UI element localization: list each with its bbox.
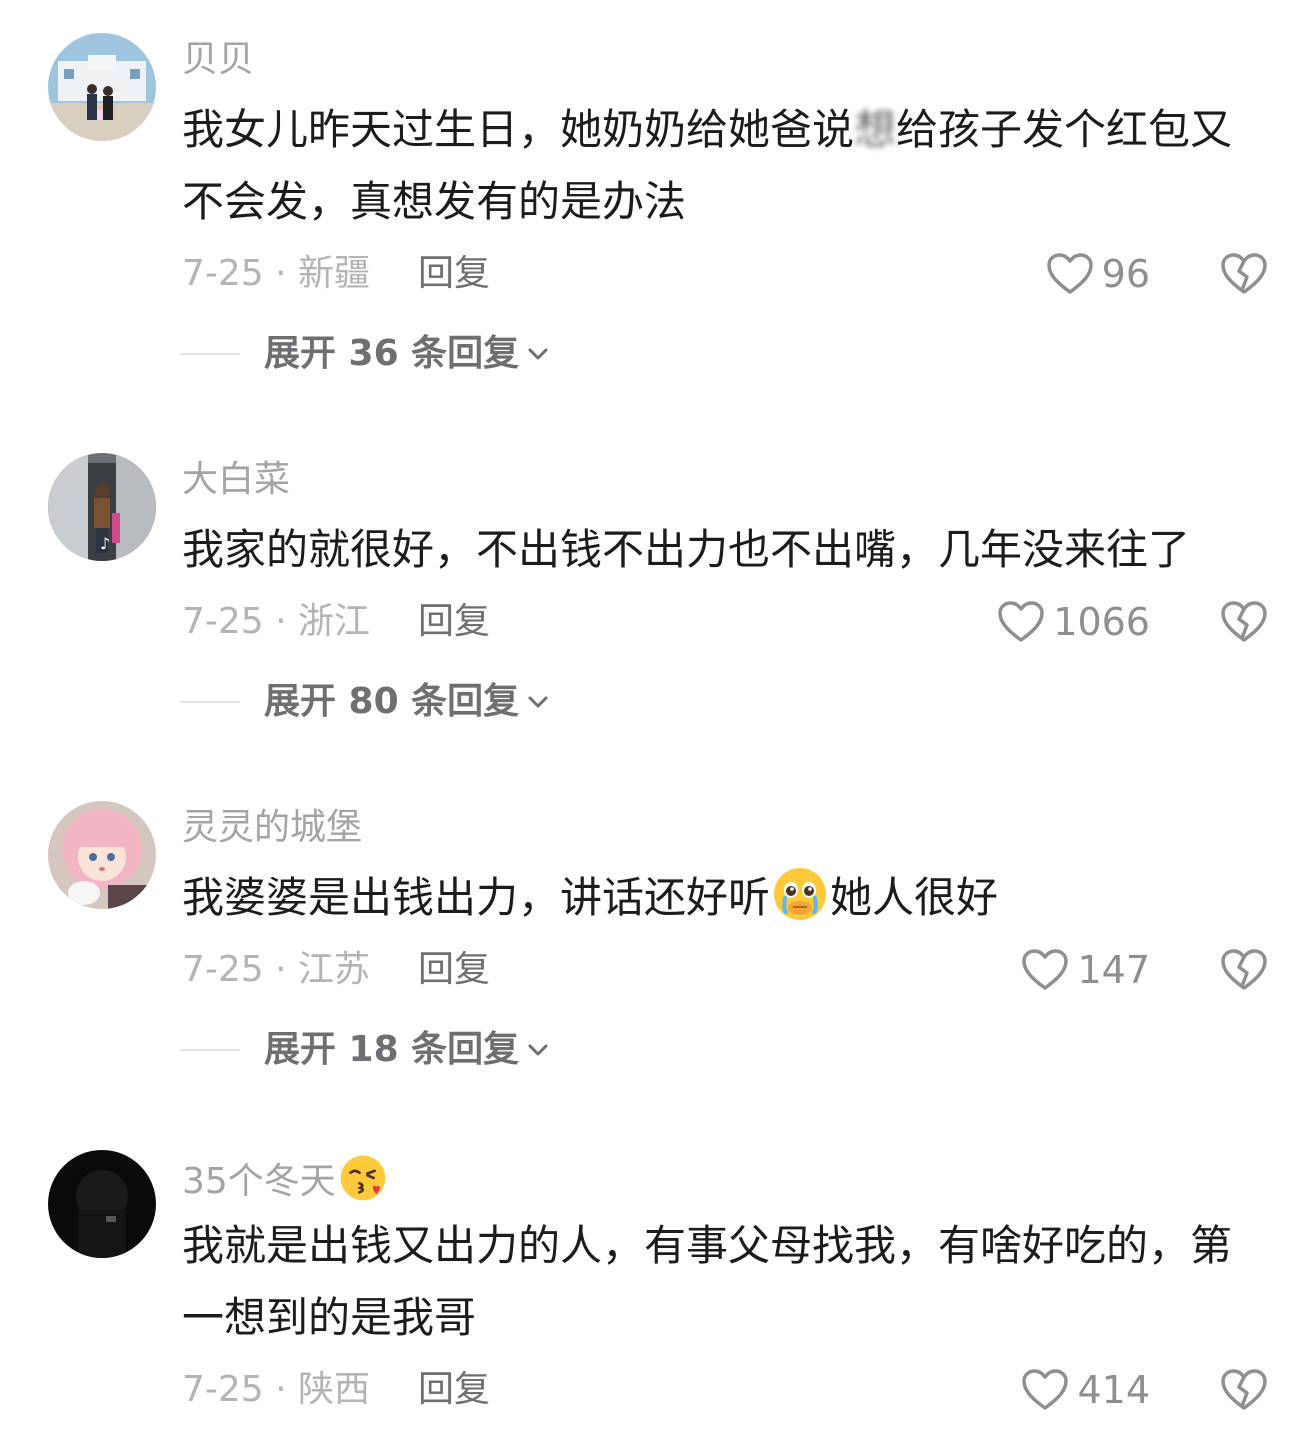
date-location: 7-25 · 陕西 (182, 1369, 371, 1410)
comment-text: 我就是出钱又出力的人，有事父母找我，有啥好吃的，第一想到的是我哥 (182, 1221, 1233, 1342)
dislike-button[interactable] (1220, 250, 1268, 298)
like-count: 147 (1077, 948, 1150, 992)
dislike-button[interactable] (1220, 946, 1268, 994)
expand-label: 展开 80 条回复 (264, 681, 520, 722)
avatar[interactable] (48, 801, 156, 909)
expand-replies-button[interactable]: 展开 18 条回复 (180, 1028, 551, 1072)
heart-outline-icon (1022, 1369, 1069, 1410)
like-count: 414 (1077, 1368, 1150, 1412)
date-location: 7-25 · 浙江 (182, 601, 371, 642)
expand-replies-button[interactable]: 展开 36 条回复 (180, 332, 551, 376)
reply-button[interactable]: 回复 (418, 1368, 490, 1412)
expand-replies-button[interactable]: 展开 80 条回复 (180, 680, 551, 724)
expand-label: 展开 18 条回复 (264, 1029, 520, 1070)
heart-outline-icon (1046, 253, 1093, 294)
comment-text: 我婆婆是出钱出力，讲话还好听 她人很好 (182, 862, 1272, 934)
broken-heart-icon (1221, 1369, 1267, 1410)
like-button[interactable]: 1066 (997, 597, 1150, 647)
like-button[interactable]: 96 (1046, 249, 1150, 299)
comment-text: 我家的就很好，不出钱不出力也不出嘴，几年没来往了 (182, 525, 1191, 574)
chevron-down-icon (528, 1044, 548, 1056)
reply-button[interactable]: 回复 (418, 948, 490, 992)
username[interactable]: 35个冬天 (182, 1153, 390, 1204)
username[interactable]: 灵灵的城堡 (182, 806, 362, 850)
chevron-down-icon (528, 696, 548, 708)
reply-button[interactable]: 回复 (418, 600, 490, 644)
blurred-text: 想 (854, 105, 897, 154)
date-location: 7-25 · 江苏 (182, 949, 371, 990)
like-count: 1066 (1053, 600, 1150, 644)
avatar[interactable]: ♪ (48, 453, 156, 561)
like-button[interactable]: 414 (1021, 1365, 1150, 1415)
heart-outline-icon (1022, 949, 1069, 990)
divider (180, 1049, 240, 1051)
chevron-down-icon (528, 348, 548, 360)
reply-button[interactable]: 回复 (418, 252, 490, 296)
username[interactable]: 贝贝 (182, 38, 254, 82)
divider (180, 353, 240, 355)
dislike-button[interactable] (1220, 598, 1268, 646)
avatar[interactable] (48, 1150, 156, 1258)
heart-outline-icon (998, 601, 1045, 642)
broken-heart-icon (1221, 253, 1267, 294)
divider (180, 701, 240, 703)
broken-heart-icon (1221, 949, 1267, 990)
username[interactable]: 大白菜 (182, 458, 290, 502)
date-location: 7-25 · 新疆 (182, 253, 371, 294)
expand-label: 展开 36 条回复 (264, 333, 520, 374)
kissing-heart-emoji (340, 1155, 386, 1201)
avatar[interactable] (48, 33, 156, 141)
like-button[interactable]: 147 (1021, 945, 1150, 995)
pleading-face-emoji (774, 868, 827, 920)
comment-feed: 贝贝 我女儿昨天过生日，她奶奶给她爸说想给孩子发个红包又不会发，真想发有的是办法… (0, 0, 1313, 1437)
like-count: 96 (1101, 252, 1150, 296)
svg-text:♪: ♪ (100, 534, 110, 553)
comment-text: 我女儿昨天过生日，她奶奶给她爸说想给孩子发个红包又不会发，真想发有的是办法 (182, 105, 1233, 226)
broken-heart-icon (1221, 601, 1267, 642)
dislike-button[interactable] (1220, 1366, 1268, 1414)
